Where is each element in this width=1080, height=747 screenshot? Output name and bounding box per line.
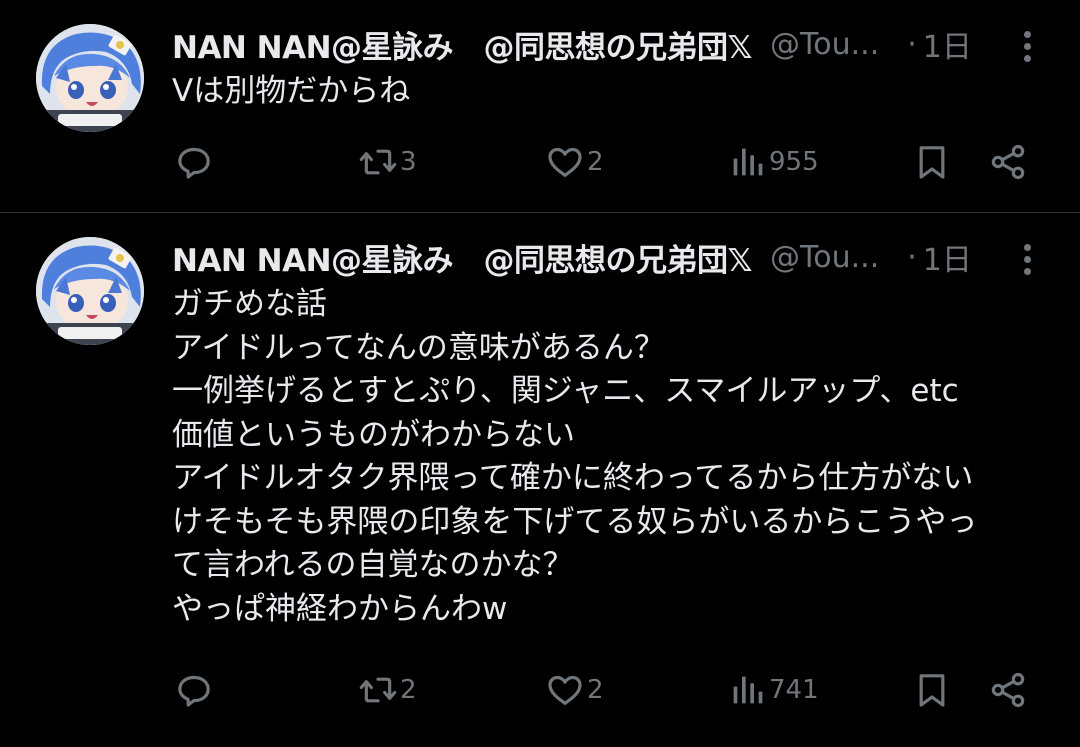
views-icon bbox=[733, 676, 763, 704]
share-button[interactable] bbox=[988, 137, 1028, 187]
tweet-text-line: アイドルってなんの意味があるん？ bbox=[172, 329, 665, 366]
display-name[interactable]: NAN NAN@星詠み @同思想の兄弟団𝕏 bbox=[172, 22, 753, 67]
action-bar: 3 2 955 bbox=[172, 137, 1032, 187]
tweet-text-line: Vは別物だからね bbox=[172, 73, 411, 109]
like-button[interactable]: 2 bbox=[545, 665, 604, 715]
reply-icon bbox=[178, 147, 210, 179]
views-count: 741 bbox=[769, 675, 819, 705]
tweet[interactable]: NAN NAN@星詠み @同思想の兄弟団𝕏 @Tou... · 1日 Vは別物だ… bbox=[0, 0, 1080, 213]
tweet-text-line: けそもそも界隈の印象を下げてる奴らがいるからこうやっ bbox=[172, 503, 978, 540]
tweet-text-line: 価値というものがわからない bbox=[172, 416, 575, 453]
tweet[interactable]: NAN NAN@星詠み @同思想の兄弟団𝕏 @Tou... · 1日 ガチめな話… bbox=[0, 213, 1080, 747]
views-button[interactable]: 955 bbox=[727, 137, 819, 187]
reply-button[interactable] bbox=[174, 665, 216, 715]
like-button[interactable]: 2 bbox=[545, 137, 604, 187]
bookmark-button[interactable] bbox=[912, 665, 952, 715]
timestamp[interactable]: 1日 bbox=[923, 235, 972, 279]
retweet-icon bbox=[359, 149, 397, 175]
views-button[interactable]: 741 bbox=[727, 665, 819, 715]
display-name[interactable]: NAN NAN@星詠み @同思想の兄弟団𝕏 bbox=[172, 235, 753, 280]
share-icon bbox=[991, 144, 1025, 180]
reply-icon bbox=[178, 675, 210, 707]
share-button[interactable] bbox=[988, 665, 1028, 715]
separator-dot: · bbox=[907, 26, 917, 62]
avatar[interactable] bbox=[36, 237, 144, 345]
separator-dot: · bbox=[907, 239, 917, 275]
user-handle[interactable]: @Tou... bbox=[770, 27, 879, 62]
tweet-header: NAN NAN@星詠み @同思想の兄弟団𝕏 @Tou... · 1日 bbox=[172, 22, 1052, 66]
retweet-count: 3 bbox=[400, 147, 417, 177]
retweet-button[interactable]: 3 bbox=[358, 137, 417, 187]
bookmark-icon bbox=[919, 146, 945, 179]
action-bar: 2 2 741 bbox=[172, 665, 1032, 715]
tweet-text-line: アイドルオタク界隈って確かに終わってるから仕方がない bbox=[172, 460, 974, 496]
more-icon[interactable] bbox=[1012, 237, 1042, 281]
tweet-text: ガチめな話 アイドルってなんの意味があるん？ 一例挙げるとすとぷり、関ジャニ、ス… bbox=[172, 283, 1052, 631]
bookmark-button[interactable] bbox=[912, 137, 952, 187]
tweet-text-line: て言われるの自覚なのかな？ bbox=[172, 547, 574, 583]
views-count: 955 bbox=[769, 147, 819, 177]
timestamp[interactable]: 1日 bbox=[923, 22, 972, 66]
retweet-count: 2 bbox=[400, 675, 417, 705]
tweet-text-line: やっぱ神経わからんわw bbox=[172, 590, 508, 627]
tweet-text-line: 一例挙げるとすとぷり、関ジャニ、スマイルアップ、etc bbox=[172, 373, 959, 409]
tweet-header: NAN NAN@星詠み @同思想の兄弟団𝕏 @Tou... · 1日 bbox=[172, 235, 1052, 279]
user-handle[interactable]: @Tou... bbox=[770, 240, 879, 275]
like-icon bbox=[548, 675, 582, 705]
retweet-icon bbox=[359, 677, 397, 703]
reply-button[interactable] bbox=[174, 137, 216, 187]
tweet-text: Vは別物だからね bbox=[172, 70, 1052, 114]
like-count: 2 bbox=[587, 147, 604, 177]
views-icon bbox=[733, 148, 763, 176]
like-count: 2 bbox=[587, 675, 604, 705]
avatar[interactable] bbox=[36, 24, 144, 132]
like-icon bbox=[548, 147, 582, 177]
tweet-text-line: ガチめな話 bbox=[172, 286, 327, 322]
bookmark-icon bbox=[919, 674, 945, 707]
retweet-button[interactable]: 2 bbox=[358, 665, 417, 715]
share-icon bbox=[991, 672, 1025, 708]
more-icon[interactable] bbox=[1012, 24, 1042, 68]
